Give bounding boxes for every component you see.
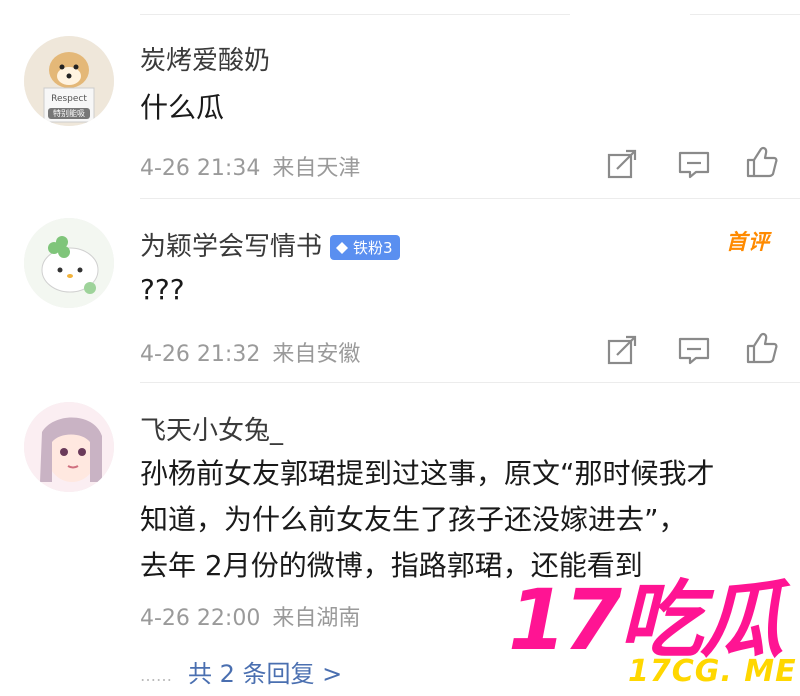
comment-item: Respect 特别能吸 炭烤爱酸奶 什么瓜 4-26 21:34 来自天津 [0,0,800,200]
comment-date: 4-26 22:00 [140,606,261,631]
comment-meta: 4-26 21:34 来自天津 [140,150,360,182]
comment-meta: 4-26 22:00 来自湖南 [140,600,360,632]
username[interactable]: 炭烤爱酸奶 [140,40,270,77]
comment-location: 来自安徽 [272,342,361,367]
first-comment-badge: 首评 [726,230,770,254]
username-text[interactable]: 为颖学会写情书 [140,232,322,262]
avatar[interactable]: Respect 特别能吸 [24,36,114,126]
comment-text-line-2: 知道，为什么前女友生了孩子还没嫁进去”， [140,503,687,536]
comment-date: 4-26 21:34 [140,156,261,181]
avatar[interactable] [24,402,114,492]
comment-meta: 4-26 21:32 来自安徽 [140,336,360,368]
avatar-caption: Respect [51,94,87,104]
like-icon[interactable] [744,330,780,366]
view-replies-link[interactable]: 共 2 条回复 > [188,660,342,688]
avatar-caption-2: 特别能吸 [48,108,90,119]
comment-item: 为颖学会写情书 铁粉3 首评 ??? 4-26 21:32 来自安徽 [0,200,800,380]
comment-text-line-1: 孙杨前女友郭珺提到过这事，原文“那时候我才 [140,457,715,490]
fan-badge[interactable]: 铁粉3 [330,235,400,260]
comment-location: 来自湖南 [272,606,361,631]
username[interactable]: 为颖学会写情书 铁粉3 [140,226,400,263]
comment-icon[interactable] [676,332,712,368]
view-replies[interactable]: …… 共 2 条回复 > [140,654,342,689]
like-icon[interactable] [744,144,780,180]
share-icon[interactable] [604,146,640,182]
comment-icon[interactable] [676,146,712,182]
avatar[interactable] [24,218,114,308]
comment-divider [140,198,800,199]
username[interactable]: 飞天小女兔_ [140,410,283,447]
watermark-url: 17CG. ME [628,654,797,689]
share-icon[interactable] [604,332,640,368]
fan-badge-label: 铁粉3 [353,239,393,257]
comment-text: ??? [140,273,185,306]
comment-date: 4-26 21:32 [140,342,261,367]
watermark-logo: 17吃瓜 [508,571,784,669]
comment-text: 什么瓜 [140,91,225,124]
comment-divider [140,382,800,383]
diamond-icon [336,241,349,254]
replies-dots: …… [140,665,172,685]
comment-location: 来自天津 [272,156,361,181]
